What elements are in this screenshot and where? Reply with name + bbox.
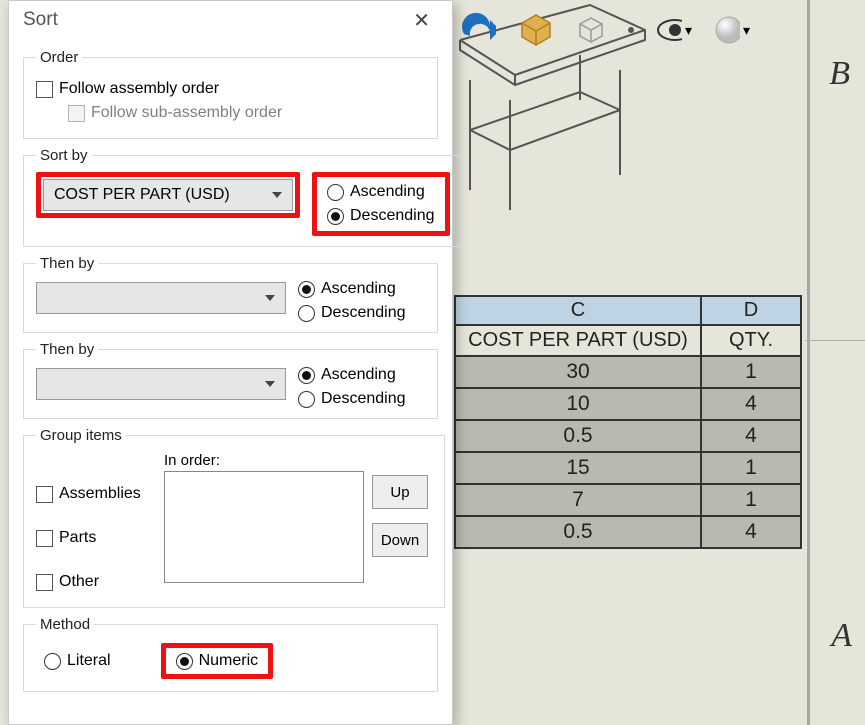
method-highlight: Numeric: [161, 643, 274, 679]
descending-radio[interactable]: Descending: [327, 207, 435, 225]
table-cell[interactable]: 15: [455, 452, 701, 484]
radio-icon: [44, 653, 61, 670]
parts-checkbox[interactable]: Parts: [36, 529, 156, 547]
sortby-group: Sort by COST PER PART (USD) Ascending: [23, 147, 463, 247]
chevron-down-icon: [272, 192, 282, 198]
thenby1-ascending-radio[interactable]: Ascending: [298, 280, 406, 298]
order-listbox[interactable]: [164, 471, 364, 583]
radio-label: Literal: [67, 652, 111, 670]
chevron-down-icon: [265, 381, 275, 387]
appearance-sphere-icon[interactable]: ▾: [714, 12, 750, 48]
sheet-center-mark: [805, 340, 865, 341]
thenby2-group: Then by Ascending Descending: [23, 341, 438, 419]
zone-label-a: A: [831, 617, 852, 655]
down-button[interactable]: Down: [372, 523, 428, 557]
sortby-legend: Sort by: [36, 147, 92, 164]
assemblies-checkbox[interactable]: Assemblies: [36, 485, 156, 503]
chevron-down-icon: [265, 295, 275, 301]
radio-icon: [298, 367, 315, 384]
package-icon[interactable]: [518, 12, 554, 48]
table-cell[interactable]: 7: [455, 484, 701, 516]
checkbox-label: Follow assembly order: [59, 80, 219, 98]
sort-dialog: Sort ✕ Order Follow assembly order Follo…: [8, 0, 453, 725]
checkbox-icon: [36, 574, 53, 591]
radio-label: Numeric: [199, 652, 259, 670]
checkbox-icon: [36, 486, 53, 503]
group-items-group: Group items In order: Assemblies Parts: [23, 427, 445, 608]
follow-subassembly-checkbox: Follow sub-assembly order: [68, 104, 425, 122]
table-cell[interactable]: 1: [701, 484, 801, 516]
sortby-combo[interactable]: COST PER PART (USD): [43, 179, 293, 211]
combo-value: COST PER PART (USD): [54, 186, 230, 204]
up-button[interactable]: Up: [372, 475, 428, 509]
thenby1-descending-radio[interactable]: Descending: [298, 304, 406, 322]
checkbox-label: Follow sub-assembly order: [91, 104, 282, 122]
sort-direction-highlight: Ascending Descending: [312, 172, 450, 236]
thenby1-combo[interactable]: [36, 282, 286, 314]
order-legend: Order: [36, 49, 82, 66]
radio-icon: [327, 208, 344, 225]
zone-label-b: B: [829, 55, 850, 93]
checkbox-label: Other: [59, 573, 99, 591]
thenby1-legend: Then by: [36, 255, 98, 272]
table-cell[interactable]: 10: [455, 388, 701, 420]
method-legend: Method: [36, 616, 94, 633]
col-header-d[interactable]: D: [701, 296, 801, 325]
view-toolbar: ▾ ▾: [460, 12, 750, 48]
dialog-title: Sort: [23, 9, 403, 31]
literal-radio[interactable]: Literal: [44, 652, 111, 670]
other-checkbox[interactable]: Other: [36, 573, 156, 591]
radio-label: Descending: [321, 304, 406, 322]
inorder-label: In order:: [164, 452, 364, 469]
sheet-border: [807, 0, 810, 725]
follow-assembly-checkbox[interactable]: Follow assembly order: [36, 80, 425, 98]
radio-label: Descending: [350, 207, 435, 225]
thenby1-group: Then by Ascending Descending: [23, 255, 438, 333]
table-cell[interactable]: 1: [701, 356, 801, 388]
dialog-titlebar[interactable]: Sort ✕: [9, 1, 452, 39]
checkbox-label: Parts: [59, 529, 96, 547]
radio-icon: [327, 184, 344, 201]
thenby2-combo[interactable]: [36, 368, 286, 400]
radio-icon: [298, 305, 315, 322]
group-legend: Group items: [36, 427, 126, 444]
visibility-eye-icon[interactable]: ▾: [656, 12, 692, 48]
order-group: Order Follow assembly order Follow sub-a…: [23, 49, 438, 139]
subheader-cost[interactable]: COST PER PART (USD): [455, 325, 701, 356]
thenby2-descending-radio[interactable]: Descending: [298, 390, 406, 408]
table-cell[interactable]: 30: [455, 356, 701, 388]
table-cell[interactable]: 4: [701, 388, 801, 420]
radio-icon: [298, 281, 315, 298]
checkbox-icon: [68, 105, 85, 122]
table-cell[interactable]: 0.5: [455, 516, 701, 548]
cube-outline-icon[interactable]: [576, 15, 606, 45]
col-header-c[interactable]: C: [455, 296, 701, 325]
table-cell[interactable]: 0.5: [455, 420, 701, 452]
checkbox-icon: [36, 530, 53, 547]
table-cell[interactable]: 4: [701, 420, 801, 452]
bom-table[interactable]: C D COST PER PART (USD) QTY. 301 104 0.5…: [454, 295, 802, 549]
radio-label: Ascending: [350, 183, 425, 201]
numeric-radio[interactable]: Numeric: [176, 652, 259, 670]
radio-icon: [298, 391, 315, 408]
subheader-qty[interactable]: QTY.: [701, 325, 801, 356]
radio-label: Ascending: [321, 280, 396, 298]
thenby2-ascending-radio[interactable]: Ascending: [298, 366, 406, 384]
radio-label: Descending: [321, 390, 406, 408]
close-icon[interactable]: ✕: [403, 4, 440, 37]
table-cell[interactable]: 4: [701, 516, 801, 548]
checkbox-label: Assemblies: [59, 485, 141, 503]
radio-label: Ascending: [321, 366, 396, 384]
ascending-radio[interactable]: Ascending: [327, 183, 435, 201]
sortby-highlight: COST PER PART (USD): [36, 172, 300, 218]
table-cell[interactable]: 1: [701, 452, 801, 484]
method-group: Method Literal Numeric: [23, 616, 438, 692]
redo-icon[interactable]: [460, 12, 496, 48]
thenby2-legend: Then by: [36, 341, 98, 358]
toolbar-separator: [628, 27, 634, 33]
radio-icon: [176, 653, 193, 670]
checkbox-icon: [36, 81, 53, 98]
